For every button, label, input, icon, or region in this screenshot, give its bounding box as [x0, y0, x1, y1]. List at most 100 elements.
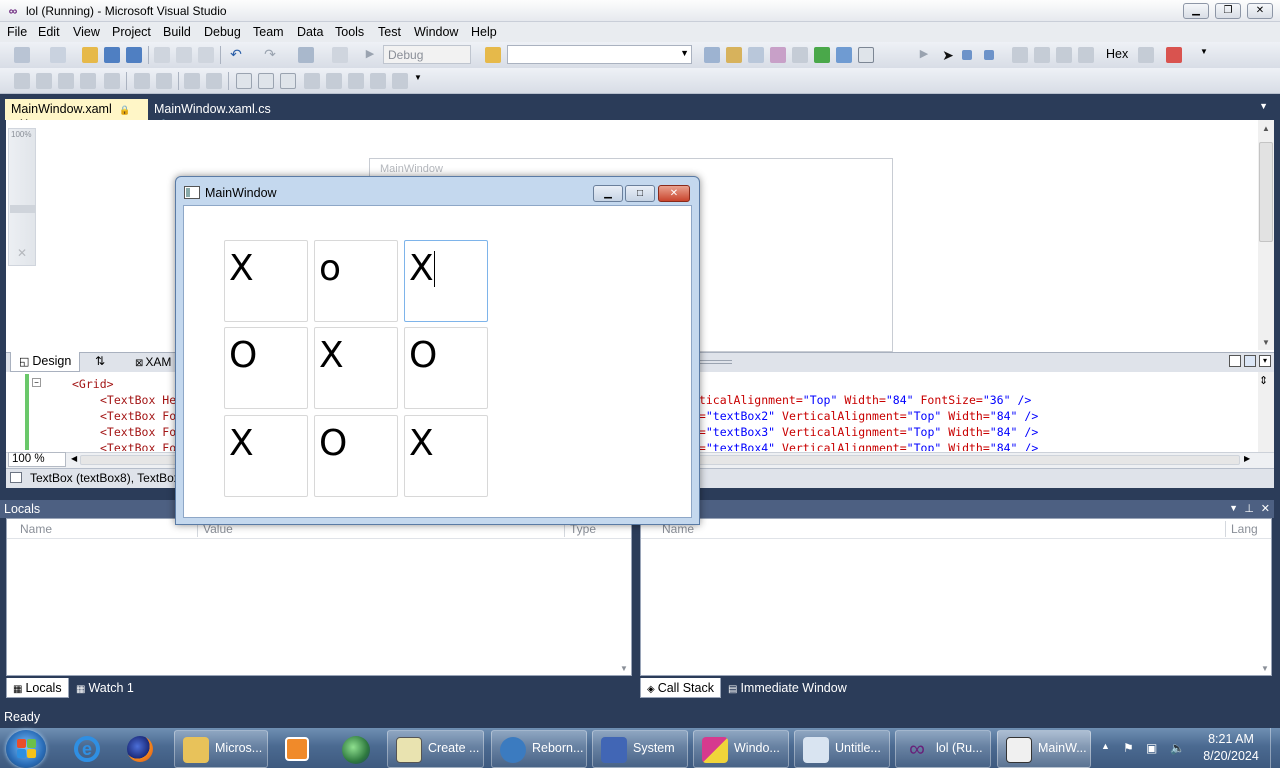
close-panel-icon[interactable]: ✕	[1261, 502, 1270, 515]
taskbar-item-untitled[interactable]: Untitle...	[794, 730, 890, 768]
step-into-icon[interactable]	[1034, 47, 1050, 63]
start-debugging-icon[interactable]: ▶	[362, 47, 378, 63]
new-project-icon[interactable]	[14, 47, 30, 63]
app-close-button[interactable]: ✕	[658, 185, 690, 202]
taskbar-item-windows[interactable]: Windo...	[693, 730, 789, 768]
continue-icon[interactable]: ▶	[916, 47, 932, 63]
show-threads-icon[interactable]	[1138, 47, 1154, 63]
internet-explorer-icon[interactable]: e	[62, 730, 110, 768]
make-same-height-icon[interactable]	[156, 73, 172, 89]
horizontal-spacing-icon[interactable]	[184, 73, 200, 89]
tab-design[interactable]: ◱ Design	[10, 352, 81, 372]
taskbar-item-reborn[interactable]: Reborn...	[491, 730, 587, 768]
navigate-backward-icon[interactable]	[298, 47, 314, 63]
network-globe-icon[interactable]	[332, 730, 380, 768]
vertical-split-icon[interactable]	[1229, 355, 1241, 367]
textbox-2[interactable]: o	[314, 240, 398, 322]
column-header-language[interactable]: Lang	[1231, 522, 1259, 536]
tab-immediate-window[interactable]: ▤ Immediate Window	[722, 678, 853, 698]
textbox-1[interactable]: X	[224, 240, 308, 322]
zoom-fit-icon[interactable]: ✕	[12, 246, 32, 262]
app-minimize-button[interactable]: ▁	[593, 185, 623, 202]
hex-display-button[interactable]: Hex	[1106, 47, 1128, 61]
restore-button[interactable]: ❐	[1215, 3, 1241, 19]
copy-icon[interactable]	[176, 47, 192, 63]
previous-bookmark-icon[interactable]	[304, 73, 320, 89]
paste-icon[interactable]	[198, 47, 214, 63]
document-outline-icon[interactable]	[10, 472, 22, 483]
auto-hide-pin-icon[interactable]: ⊥	[1244, 502, 1254, 515]
tab-call-stack[interactable]: ◈ Call Stack	[640, 678, 721, 698]
comment-icon[interactable]	[236, 73, 252, 89]
cut-icon[interactable]	[154, 47, 170, 63]
tab-mainwindow-xaml-cs[interactable]: MainWindow.xaml.cs 🔒	[148, 99, 288, 129]
toolbar-options-icon[interactable]: ▼	[410, 73, 426, 89]
scroll-down-icon[interactable]: ▼	[620, 664, 628, 673]
navigate-forward-icon[interactable]	[332, 47, 348, 63]
scroll-up-icon[interactable]: ▲	[1262, 124, 1270, 133]
menu-data[interactable]: Data	[297, 25, 323, 39]
system-clock[interactable]: 8:21 AM 8/20/2024	[1196, 731, 1266, 765]
taskbar-item-mainwindow[interactable]: MainW...	[997, 730, 1091, 768]
textbox-3[interactable]: X	[404, 240, 488, 322]
output-window-icon[interactable]	[858, 47, 874, 63]
start-button[interactable]	[6, 730, 46, 768]
selection-breadcrumb[interactable]: TextBox (textBox8), TextBox	[30, 471, 180, 485]
close-button[interactable]: ✕	[1247, 3, 1273, 19]
show-hidden-icons-icon[interactable]: ▲	[1101, 741, 1110, 751]
horizontal-split-icon[interactable]	[1244, 355, 1256, 367]
action-center-flag-icon[interactable]: ⚑	[1123, 741, 1134, 755]
toolbar-options-icon[interactable]: ▼	[1196, 47, 1212, 63]
align-middles-icon[interactable]	[104, 73, 120, 89]
menu-build[interactable]: Build	[163, 25, 191, 39]
media-player-icon[interactable]	[274, 730, 322, 768]
tab-xaml[interactable]: ⊠ XAM	[135, 355, 171, 369]
menu-team[interactable]: Team	[253, 25, 284, 39]
textbox-7[interactable]: X	[224, 415, 308, 497]
tools-icon[interactable]	[792, 47, 808, 63]
dropdown-arrow-icon[interactable]: ▼	[680, 48, 689, 58]
collapse-pane-icon[interactable]: ▾	[1259, 355, 1271, 367]
volume-muted-icon[interactable]: 🔈	[1170, 741, 1185, 755]
network-icon[interactable]: ▣	[1146, 741, 1157, 755]
scrollbar-thumb[interactable]	[1259, 142, 1273, 242]
align-tops-icon[interactable]	[80, 73, 96, 89]
menu-window[interactable]: Window	[414, 25, 458, 39]
textbox-4[interactable]: O	[224, 327, 308, 409]
menu-project[interactable]: Project	[112, 25, 151, 39]
firefox-icon[interactable]	[116, 730, 164, 768]
textbox-5[interactable]: X	[314, 327, 398, 409]
bookmark-icon[interactable]	[280, 73, 296, 89]
taskbar-item-create[interactable]: Create ...	[387, 730, 484, 768]
menu-view[interactable]: View	[73, 25, 100, 39]
bookmark-folder-icon[interactable]	[370, 73, 386, 89]
menu-tools[interactable]: Tools	[335, 25, 364, 39]
taskbar-item-lol-running[interactable]: ∞ lol (Ru...	[895, 730, 991, 768]
window-position-icon[interactable]: ▼	[1229, 503, 1238, 513]
align-centers-icon[interactable]	[36, 73, 52, 89]
stop-debugging-icon[interactable]	[962, 50, 972, 60]
tab-watch-1[interactable]: ▦ Watch 1	[70, 678, 140, 698]
editor-zoom-combo[interactable]: 100 %	[8, 452, 66, 467]
menu-debug[interactable]: Debug	[204, 25, 241, 39]
extension-manager-icon[interactable]	[814, 47, 830, 63]
minimize-button[interactable]: ▁	[1183, 3, 1209, 19]
restart-icon[interactable]	[984, 50, 994, 60]
taskbar-item-system[interactable]: System	[592, 730, 688, 768]
undo-icon[interactable]: ↶	[228, 47, 244, 63]
find-combo[interactable]: ▼	[507, 45, 692, 64]
scroll-down-icon[interactable]: ▼	[1262, 338, 1270, 347]
add-item-icon[interactable]	[50, 47, 66, 63]
textbox-9[interactable]: X	[404, 415, 488, 497]
splitter-grip[interactable]	[700, 360, 732, 364]
open-folder-icon[interactable]	[82, 47, 98, 63]
column-header-name[interactable]: Name	[20, 522, 52, 536]
show-next-statement-icon[interactable]	[1012, 47, 1028, 63]
find-in-files-icon[interactable]	[485, 47, 501, 63]
textbox-6[interactable]: O	[404, 327, 488, 409]
step-over-icon[interactable]	[1056, 47, 1072, 63]
solution-explorer-icon[interactable]	[704, 47, 720, 63]
menu-help[interactable]: Help	[471, 25, 497, 39]
breakpoints-icon[interactable]	[1166, 47, 1182, 63]
object-browser-icon[interactable]	[748, 47, 764, 63]
